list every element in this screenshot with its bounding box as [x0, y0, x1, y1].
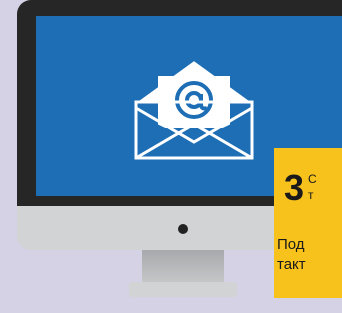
monitor-stand-base — [129, 282, 237, 297]
email-envelope-icon — [132, 58, 256, 160]
power-button-icon — [178, 224, 188, 234]
tip-heading-line-1: С — [308, 172, 317, 186]
tip-callout: 3 С т Под такт — [274, 148, 342, 298]
tip-number: 3 — [284, 167, 305, 208]
illustration: 3 С т Под такт — [0, 0, 342, 313]
tip-heading-line-2: т — [308, 188, 314, 202]
tip-body-line-2: такт — [277, 256, 306, 273]
monitor-stand-neck — [142, 250, 224, 282]
tip-body-line-1: Под — [277, 236, 305, 253]
